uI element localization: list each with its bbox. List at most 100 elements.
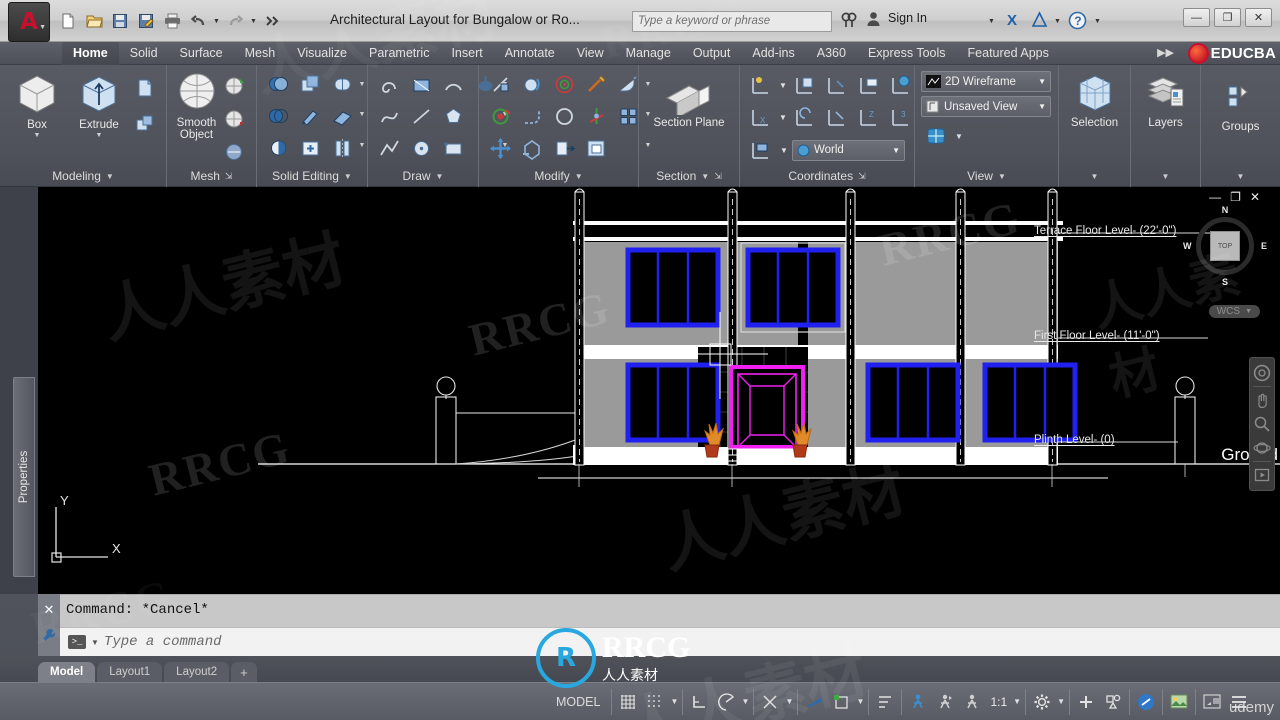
polygon-icon[interactable] (438, 101, 468, 131)
chevron-down-icon[interactable]: ▼ (1237, 172, 1245, 181)
chevron-down-icon[interactable]: ▼ (436, 172, 444, 181)
chevron-down-icon[interactable]: ▼ (344, 172, 352, 181)
chevron-down-icon[interactable]: ▼ (34, 132, 41, 139)
steering-wheel-icon[interactable] (1251, 361, 1273, 385)
ucs-face-icon[interactable] (854, 70, 884, 100)
exchange-app-icon[interactable]: X (1006, 11, 1023, 28)
chevron-down-icon[interactable]: ▼ (778, 81, 788, 90)
ucs-previous-icon[interactable] (790, 102, 820, 132)
layers-button[interactable]: Layers (1137, 69, 1194, 129)
ucs-icon[interactable] (746, 70, 776, 100)
extrude-faces-icon[interactable] (295, 69, 325, 99)
3d-array-icon[interactable] (549, 69, 579, 99)
layout-tab-layout2[interactable]: Layout2 (164, 662, 230, 682)
chevron-down-icon[interactable]: ▼ (778, 113, 788, 122)
selection-button[interactable]: Selection (1065, 69, 1124, 129)
drawing-canvas[interactable]: Terrace Floor Level- (22'-0") First Floo… (38, 187, 1280, 594)
selection-cycling-toggle[interactable] (872, 689, 898, 715)
solid-history-icon[interactable] (327, 69, 357, 99)
isolate-display-button[interactable] (1199, 689, 1225, 715)
ucs-dropdown[interactable]: WCS ▼ (1208, 305, 1260, 318)
application-menu-button[interactable]: A ▼ (8, 2, 50, 42)
tab-express-tools[interactable]: Express Tools (857, 42, 957, 65)
panel-label-modeling[interactable]: Modeling ▼ (0, 165, 166, 187)
chevron-down-icon[interactable]: ▼ (96, 132, 103, 139)
polyline-icon[interactable] (374, 133, 404, 163)
3d-snap-icon[interactable] (581, 101, 611, 131)
chevron-down-icon[interactable]: ▼ (855, 697, 865, 706)
arc-icon[interactable] (438, 69, 468, 99)
tab-add-ins[interactable]: Add-ins (741, 42, 805, 65)
panel-label-groups[interactable]: ▼ (1201, 165, 1280, 187)
chevron-down-icon[interactable]: ▼ (1245, 308, 1252, 315)
tab-manage[interactable]: Manage (615, 42, 682, 65)
viewport-minimize-button[interactable]: — (1209, 191, 1221, 203)
search-button[interactable] (840, 11, 858, 29)
taper-faces-icon[interactable] (295, 101, 325, 131)
help-icon[interactable]: ? (1068, 11, 1087, 30)
circle-icon[interactable] (406, 133, 436, 163)
gradient-icon[interactable] (406, 69, 436, 99)
ucs-x-icon[interactable]: X (746, 102, 776, 132)
isolate-objects-button[interactable] (1100, 689, 1126, 715)
panel-label-layers[interactable]: ▼ (1131, 165, 1200, 187)
pan-hand-icon[interactable] (1251, 388, 1273, 412)
chevron-down-icon[interactable]: ▼ (1056, 697, 1066, 706)
panel-dialog-launcher-icon[interactable]: ⇲ (858, 171, 866, 182)
union-icon[interactable] (263, 69, 293, 99)
qat-overflow-icon[interactable] (260, 9, 284, 33)
3d-rotate-icon[interactable] (517, 69, 547, 99)
chevron-down-icon[interactable]: ▼ (212, 18, 221, 25)
tab-parametric[interactable]: Parametric (358, 42, 440, 65)
autodesk-a360-icon[interactable] (1031, 11, 1048, 28)
viewport-config-icon[interactable] (921, 121, 951, 151)
layout-tab-layout1[interactable]: Layout1 (97, 662, 163, 682)
user-account-icon[interactable] (866, 11, 881, 27)
annotation-visibility-toggle[interactable] (905, 689, 931, 715)
chevron-down-icon[interactable]: ▼ (1091, 172, 1099, 181)
chevron-down-icon[interactable]: ▼ (784, 697, 794, 706)
subtract-icon[interactable] (263, 101, 293, 131)
show-motion-icon[interactable] (1251, 463, 1273, 487)
save-icon[interactable] (108, 9, 132, 33)
chevron-down-icon[interactable]: ▼ (740, 697, 750, 706)
ribbon-overflow-icon[interactable]: ▶▶ (1157, 46, 1174, 59)
chevron-down-icon[interactable]: ▼ (1053, 18, 1062, 25)
check-solid-icon[interactable] (327, 133, 357, 163)
chevron-down-icon[interactable]: ▼ (357, 111, 367, 118)
ucs-z3-icon[interactable]: 3 (886, 102, 916, 132)
annotation-scale-value[interactable]: 1:1 (986, 695, 1011, 709)
chevron-down-icon[interactable]: ▼ (91, 638, 99, 647)
chevron-down-icon[interactable]: ▼ (357, 81, 367, 88)
groups-button[interactable]: Groups (1209, 69, 1273, 133)
panel-dialog-launcher-icon[interactable]: ⇲ (225, 171, 233, 182)
chevron-down-icon[interactable]: ▼ (575, 172, 583, 181)
intersect-icon[interactable] (263, 133, 293, 163)
extrude-tool-button[interactable]: Extrude ▼ (68, 69, 130, 139)
line-icon[interactable] (406, 101, 436, 131)
spline-cv-icon[interactable] (374, 101, 404, 131)
command-input-row[interactable]: >_ ▼ Type a command (60, 627, 1280, 656)
undo-icon[interactable] (186, 9, 210, 33)
fillet-edge-icon[interactable] (517, 101, 547, 131)
imprint-icon[interactable] (295, 133, 325, 163)
restore-button[interactable]: ❐ (1214, 8, 1241, 27)
zoom-icon[interactable] (1251, 412, 1273, 436)
panel-dialog-launcher-icon[interactable]: ⇲ (714, 171, 722, 182)
extract-edges-icon[interactable] (517, 133, 547, 163)
refine-mesh-icon[interactable] (220, 137, 250, 167)
save-as-icon[interactable] (134, 9, 158, 33)
named-view-combo[interactable]: Unsaved View ▼ (921, 96, 1051, 117)
chevron-down-icon[interactable]: ▼ (1012, 697, 1022, 706)
tab-solid[interactable]: Solid (119, 42, 169, 65)
sign-in-button[interactable]: Sign In (888, 11, 927, 25)
viewcube[interactable]: TOP N S W E (1183, 205, 1267, 287)
tab-annotate[interactable]: Annotate (494, 42, 566, 65)
hardware-acceleration-toggle[interactable] (1073, 689, 1099, 715)
panel-label-mesh[interactable]: Mesh ⇲ (167, 165, 256, 187)
plot-icon[interactable] (160, 9, 184, 33)
section-plane-button[interactable]: Section Plane (647, 69, 731, 129)
viewport-maximize-button[interactable]: ❐ (1230, 191, 1241, 203)
graphics-performance-button[interactable] (1133, 689, 1159, 715)
3d-move-icon[interactable] (485, 133, 515, 163)
